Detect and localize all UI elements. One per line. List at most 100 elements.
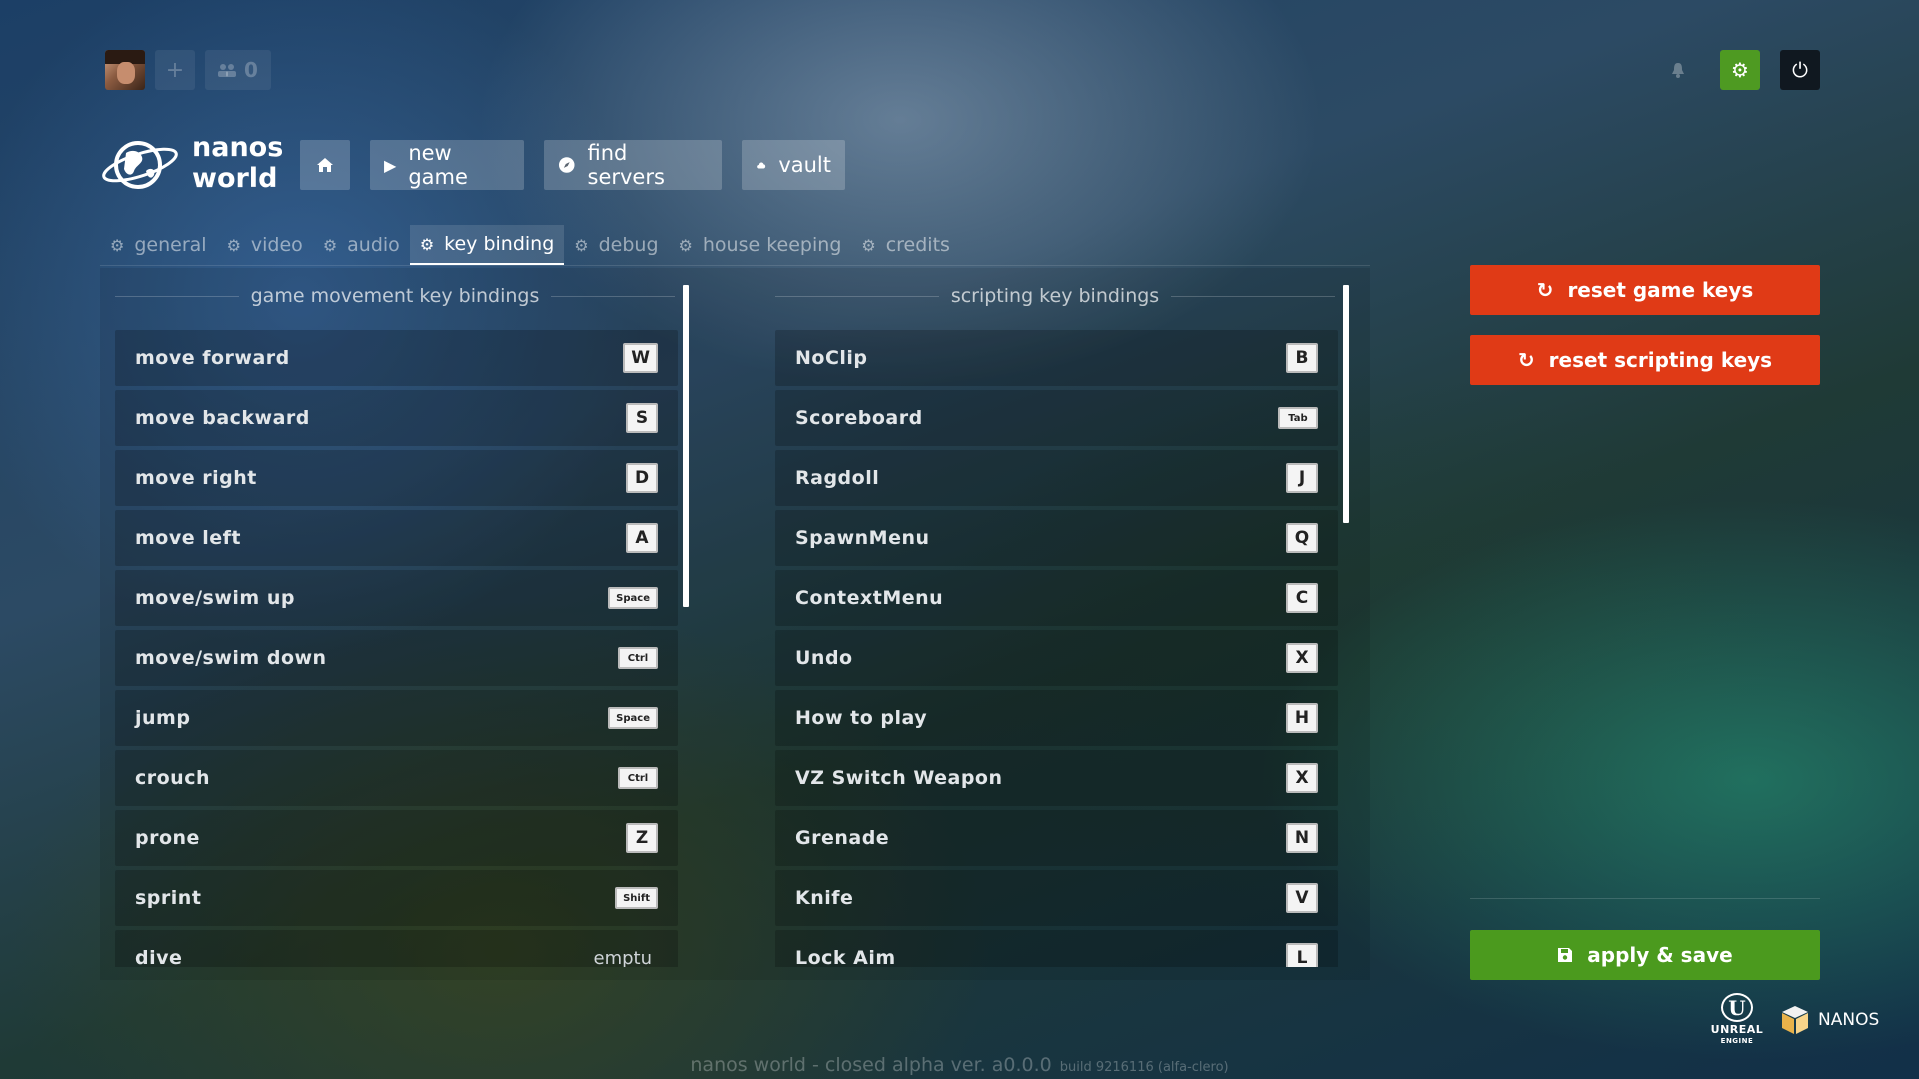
game-key-row-sprint[interactable]: sprint Shift (115, 870, 678, 926)
user-avatar[interactable] (105, 50, 145, 90)
key-cap[interactable]: S (626, 403, 658, 433)
script-key-row-undo[interactable]: Undo X (775, 630, 1338, 686)
game-key-row-move-right[interactable]: move right D (115, 450, 678, 506)
game-key-row-prone[interactable]: prone Z (115, 810, 678, 866)
tab-house-keeping[interactable]: ⚙ house keeping (669, 225, 852, 265)
tab-general[interactable]: ⚙ general (100, 225, 217, 265)
gear-icon: ⚙ (226, 235, 241, 255)
friends-icon (218, 64, 237, 77)
scripting-keys-list[interactable]: NoClip B Scoreboard Tab Ragdoll J SpawnMenu Q Co… (775, 330, 1338, 967)
key-cap[interactable]: Tab (1278, 407, 1318, 429)
script-key-row-how-to-play[interactable]: How to play H (775, 690, 1338, 746)
header-line (775, 295, 939, 297)
tab-label: key binding (444, 233, 555, 255)
script-key-row-noclip[interactable]: NoClip B (775, 330, 1338, 386)
apply-save-button[interactable]: apply & save (1470, 930, 1820, 980)
binding-label: VZ Switch Weapon (795, 767, 1003, 789)
gear-icon: ⚙ (678, 235, 693, 255)
game-key-row-dive[interactable]: dive emptu (115, 930, 678, 967)
script-key-row-ragdoll[interactable]: Ragdoll J (775, 450, 1338, 506)
power-button[interactable]: ⏻ (1780, 50, 1820, 90)
game-keys-scrollbar[interactable] (683, 285, 689, 607)
game-key-row-move-backward[interactable]: move backward S (115, 390, 678, 446)
key-cap[interactable]: Space (608, 587, 658, 609)
key-cap[interactable]: D (626, 463, 658, 493)
binding-label: Scoreboard (795, 407, 923, 429)
tab-key-binding[interactable]: ⚙ key binding (409, 225, 565, 265)
key-cap[interactable]: J (1286, 463, 1318, 493)
key-cap[interactable]: L (1286, 943, 1318, 967)
key-cap[interactable]: X (1286, 643, 1318, 673)
reset-game-keys-button[interactable]: ↻ reset game keys (1470, 265, 1820, 315)
game-keys-list[interactable]: move forward Wmove backward S move right Dmo… (115, 330, 678, 967)
nanos-logo: NANOS (1780, 1004, 1879, 1036)
binding-label: SpawnMenu (795, 527, 930, 549)
script-key-row-vz-switch-weapon[interactable]: VZ Switch Weapon X (775, 750, 1338, 806)
home-button[interactable] (300, 140, 350, 190)
key-cap[interactable]: B (1286, 343, 1318, 373)
script-key-row-spawnmenu[interactable]: SpawnMenu Q (775, 510, 1338, 566)
apply-save-label: apply & save (1587, 943, 1733, 967)
binding-label: Ragdoll (795, 467, 880, 489)
vault-button[interactable]: vault (742, 140, 845, 190)
gear-icon: ⚙ (1731, 58, 1749, 82)
key-cap[interactable]: A (626, 523, 658, 553)
settings-button[interactable]: ⚙ (1720, 50, 1760, 90)
game-key-row-jump[interactable]: jump Space (115, 690, 678, 746)
game-key-row-move-swim-down[interactable]: move/swim down Ctrl (115, 630, 678, 686)
script-key-row-scoreboard[interactable]: Scoreboard Tab (775, 390, 1338, 446)
script-key-row-grenade[interactable]: Grenade N (775, 810, 1338, 866)
game-key-row-move-left[interactable]: move left A (115, 510, 678, 566)
reset-game-keys-label: reset game keys (1567, 278, 1754, 302)
key-cap[interactable]: Z (626, 823, 658, 853)
key-cap[interactable]: X (1286, 763, 1318, 793)
reset-scripting-keys-button[interactable]: ↻ reset scripting keys (1470, 335, 1820, 385)
scripting-keys-scrollbar[interactable] (1343, 285, 1349, 523)
key-cap[interactable]: H (1286, 703, 1318, 733)
notifications-button[interactable] (1666, 58, 1690, 82)
unreal-line1: UNREAL (1710, 1023, 1764, 1036)
globe-logo-icon (102, 141, 178, 189)
tab-audio[interactable]: ⚙ audio (313, 225, 410, 265)
find-servers-button[interactable]: find servers (544, 140, 722, 190)
logo-line2: world (192, 163, 278, 194)
binding-label: Grenade (795, 827, 890, 849)
script-key-row-contextmenu[interactable]: ContextMenu C (775, 570, 1338, 626)
game-keys-header: game movement key bindings (115, 282, 676, 310)
key-cap[interactable]: Shift (615, 887, 658, 909)
key-cap[interactable]: Space (608, 707, 658, 729)
key-cap[interactable]: Q (1286, 523, 1318, 553)
tab-label: video (250, 234, 303, 256)
key-cap[interactable]: C (1286, 583, 1318, 613)
key-cap[interactable]: emptu (588, 943, 659, 968)
game-key-row-move-swim-up[interactable]: move/swim up Space (115, 570, 678, 626)
game-key-row-crouch[interactable]: crouch Ctrl (115, 750, 678, 806)
key-cap[interactable]: Ctrl (618, 647, 658, 669)
new-game-button[interactable]: ▶ new game (370, 140, 524, 190)
binding-label: Knife (795, 887, 854, 909)
tab-credits[interactable]: ⚙ credits (851, 225, 960, 265)
vault-label: vault (778, 153, 831, 177)
key-cap[interactable]: N (1286, 823, 1318, 853)
binding-label: move right (135, 467, 257, 489)
header-line (551, 295, 676, 297)
friends-button[interactable]: 0 (205, 50, 271, 90)
settings-tabs: ⚙ general ⚙ video ⚙ audio ⚙ key binding ⚙ deb… (100, 225, 960, 265)
unreal-engine-logo: U UNREAL ENGINE (1705, 993, 1769, 1045)
gear-icon: ⚙ (861, 235, 876, 255)
tab-debug[interactable]: ⚙ debug (564, 225, 668, 265)
new-game-label: new game (408, 141, 468, 189)
binding-label: move left (135, 527, 241, 549)
key-cap[interactable]: W (623, 343, 658, 373)
avatar-face (117, 62, 135, 84)
script-key-row-knife[interactable]: Knife V (775, 870, 1338, 926)
key-cap[interactable]: Ctrl (618, 767, 658, 789)
reset-icon: ↻ (1536, 278, 1554, 302)
script-key-row-lock-aim[interactable]: Lock Aim L (775, 930, 1338, 967)
version-text: nanos world - closed alpha ver. a0.0.0 (690, 1054, 1052, 1076)
add-button[interactable]: + (155, 50, 195, 90)
game-key-row-move-forward[interactable]: move forward W (115, 330, 678, 386)
home-icon (317, 158, 333, 172)
tab-video[interactable]: ⚙ video (217, 225, 313, 265)
key-cap[interactable]: V (1286, 883, 1318, 913)
